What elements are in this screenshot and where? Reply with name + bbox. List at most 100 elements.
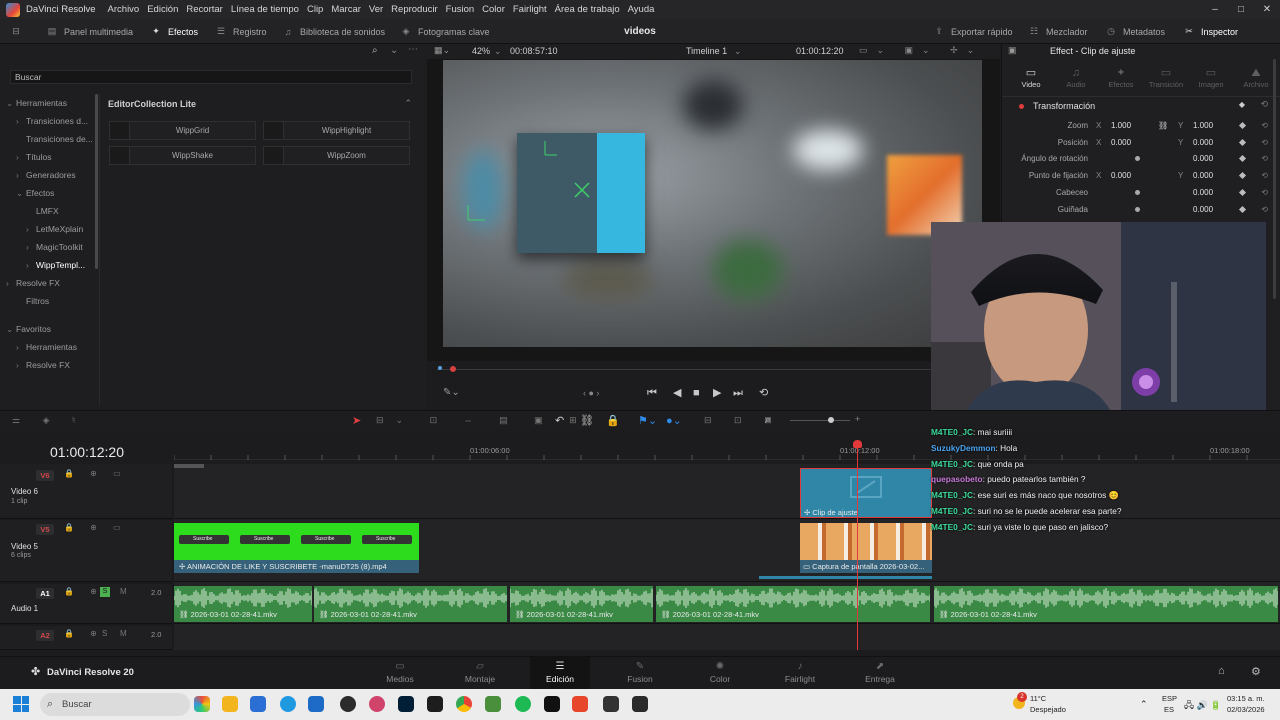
viewer-layout-icon[interactable]: ▦⌄ [434,45,450,56]
tree-item[interactable]: ⌄ Herramientas [6,94,96,112]
collapse-chevron-icon[interactable]: ⌃ [404,98,412,109]
playhead[interactable] [853,440,862,650]
tree-item[interactable]: LMFX [26,202,96,220]
zoom-search-icon[interactable]: ⌕ [765,414,771,427]
mute-button[interactable]: M [120,629,127,638]
copilot-icon[interactable] [194,696,210,712]
property-row[interactable]: Zoom X 1.000 Y 1.000 ⛓ ⟲ [1002,117,1280,134]
go-to-start-button[interactable]: ⏮ [647,383,657,403]
y-value-field[interactable]: 0.000 [1193,134,1213,151]
page-tab-fairlight[interactable]: ♪ Fairlight [770,657,830,689]
effect-card[interactable]: WippZoom [263,146,410,165]
inspector-layout-icon[interactable]: ▣ [1008,45,1017,56]
property-row[interactable]: Ángulo de rotación 0.000 ⟲ [1002,150,1280,167]
track-header-a1[interactable]: A1 🔒 ⊕ S M 2.0 Audio 1 [0,584,172,624]
inspector-tab[interactable]: ✦ Efectos [1099,66,1143,89]
slider-handle[interactable] [1135,156,1140,162]
taskbar-search[interactable]: ⌕ Buscar [40,693,190,716]
tree-chevron-icon[interactable]: › [26,238,36,256]
tree-chevron-icon[interactable]: › [16,356,26,374]
clock-time[interactable]: 03:15 a. m. [1227,694,1265,703]
flag-icon[interactable]: ⚑⌄ [638,414,657,427]
x-value-field[interactable]: 0.000 [1111,134,1131,151]
sound-library-button[interactable]: ♫ Biblioteca de sonidos [282,19,385,44]
maximize-button[interactable]: □ [1228,0,1254,19]
playhead-handle[interactable] [853,440,862,448]
y-value-field[interactable]: 0.000 [1193,150,1213,167]
tree-chevron-icon[interactable]: ⌄ [16,184,26,202]
y-value-field[interactable]: 1.000 [1193,117,1213,134]
effect-card[interactable]: WippShake [109,146,256,165]
minecraft-icon[interactable] [485,696,501,712]
settings-gear-icon[interactable]: ⚙ [1251,665,1261,678]
keyframe-icon[interactable] [1238,138,1247,146]
terminal-icon[interactable] [632,696,648,712]
zoom-slider-handle[interactable] [828,417,834,423]
tree-item[interactable]: ⌄ Favoritos [6,320,96,338]
inspector-tab[interactable]: ▭ Imagen [1189,66,1233,89]
tree-chevron-icon[interactable]: › [6,274,16,292]
audio-clip[interactable]: ⛓ 2026-03-01 02-28-41.mkv [174,586,312,622]
menu-item[interactable]: Ver [369,4,383,15]
loop-button[interactable]: ⟲ [759,383,768,403]
zoom-slider[interactable] [790,420,850,421]
tree-chevron-icon[interactable]: › [16,338,26,356]
effect-card[interactable]: WippHighlight [263,121,410,140]
effect-card[interactable]: WippGrid [109,121,256,140]
tree-item[interactable]: › MagicToolkit [26,238,96,256]
zoom-in-icon[interactable]: + [855,414,860,424]
x-value-field[interactable]: 1.000 [1111,117,1131,134]
input-language[interactable]: ESP [1162,694,1177,703]
track-header-a2[interactable]: A2 🔒 ⊕ S M 2.0 [0,626,172,650]
property-row[interactable]: Cabeceo 0.000 ⟲ [1002,184,1280,201]
transform-section-header[interactable]: Transformación [1019,99,1095,113]
game-icon[interactable] [427,696,443,712]
tree-item[interactable]: Filtros [16,292,96,310]
store-icon[interactable] [250,696,266,712]
inspector-button[interactable]: ✂ Inspector [1183,19,1238,44]
tree-item[interactable]: › Resolve FX [6,274,96,292]
tree-chevron-icon[interactable]: › [16,166,26,184]
effects-button[interactable]: ✦ Efectos [150,19,198,44]
audio-clip[interactable]: ⛓ 2026-03-01 02-28-41.mkv [656,586,930,622]
reset-icon[interactable]: ⟲ [1261,134,1268,151]
edge-icon[interactable] [280,696,296,712]
keyframe-icon[interactable] [1238,121,1247,130]
more-options-icon[interactable]: ⋯ [408,44,418,55]
snapping-icon[interactable]: ↶ [555,414,564,427]
tree-item[interactable]: › Títulos [16,148,96,166]
y-value-field[interactable]: 0.000 [1193,167,1213,184]
chevron-down-icon[interactable]: ⌄ [390,45,398,56]
property-row[interactable]: Punto de fijación X 0.000 Y 0.000 ⟲ [1002,167,1280,184]
page-tab-entrega[interactable]: ⬈ Entrega [850,657,910,689]
obs-icon[interactable] [340,696,356,712]
menu-item[interactable]: Ayuda [628,4,655,15]
section-enabled-icon[interactable] [1019,103,1024,109]
search-icon[interactable]: ⌕ [372,45,378,56]
davinci-taskbar-icon[interactable] [603,696,619,712]
track-header-v5[interactable]: V5 🔒 ⊕ ▭ Video 5 6 clips [0,520,172,582]
menu-item[interactable]: Reproducir [391,4,437,15]
keyframe-icon[interactable] [1238,172,1247,180]
tree-chevron-icon[interactable]: › [26,220,36,238]
solo-button[interactable]: S [100,587,110,597]
track-control-icons[interactable]: 🔒 ⊕ ▭ [64,469,128,478]
slider-handle[interactable] [1135,206,1140,212]
page-tab-montaje[interactable]: ▱ Montaje [450,657,510,689]
inspector-tab[interactable]: ⛰ Archivo [1234,66,1278,89]
inspector-tab[interactable]: ♫ Audio [1054,66,1098,89]
reset-icon[interactable]: ⟲ [1261,201,1268,218]
marker-icon[interactable]: ●⌄ [666,414,682,427]
minimize-button[interactable]: – [1202,0,1228,19]
reset-icon[interactable]: ⟲ [1261,117,1268,134]
slider-handle[interactable] [1135,189,1140,195]
chrome-icon[interactable] [456,696,472,712]
typora-icon[interactable] [572,696,588,712]
track-header-v6[interactable]: V6 🔒 ⊕ ▭ Video 6 1 clip [0,464,172,519]
mixer-button[interactable]: ☷ Mezclador [1028,19,1088,44]
tree-chevron-icon[interactable]: › [16,148,26,166]
zoom-level[interactable]: 42% [472,44,490,59]
menu-item[interactable]: Edición [147,4,178,15]
play-reverse-button[interactable]: ◀ [673,383,681,403]
track-control-icons[interactable]: 🔒 ⊕ ▭ [64,523,128,532]
